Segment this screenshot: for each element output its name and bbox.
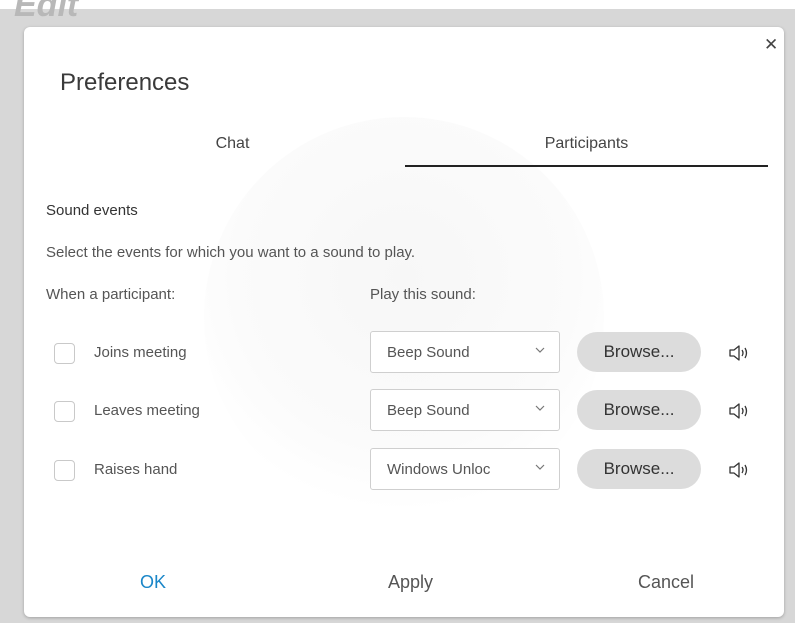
- column-header-participant: When a participant:: [46, 286, 176, 303]
- header-fragment: Edit: [14, 0, 79, 24]
- leaves-meeting-checkbox[interactable]: [54, 401, 75, 422]
- cancel-button[interactable]: Cancel: [638, 572, 694, 593]
- raises-sound-value: Windows Unloc: [387, 461, 491, 478]
- raises-sound-select[interactable]: Windows Unloc: [370, 448, 560, 490]
- leaves-sound-select[interactable]: Beep Sound: [370, 389, 560, 431]
- top-strip: Edit: [0, 0, 795, 24]
- sound-row-leaves: Leaves meeting Beep Sound Browse...: [24, 389, 784, 433]
- joins-browse-button[interactable]: Browse...: [577, 332, 701, 372]
- joins-sound-value: Beep Sound: [387, 344, 470, 361]
- preferences-dialog: ✕ Preferences Chat Participants Sound ev…: [24, 27, 784, 617]
- leaves-meeting-label: Leaves meeting: [94, 402, 200, 419]
- raises-browse-button[interactable]: Browse...: [577, 449, 701, 489]
- speaker-icon[interactable]: [728, 460, 750, 480]
- raises-hand-checkbox[interactable]: [54, 460, 75, 481]
- sound-row-raises: Raises hand Windows Unloc Browse...: [24, 448, 784, 492]
- raises-hand-label: Raises hand: [94, 461, 178, 478]
- leaves-browse-button[interactable]: Browse...: [577, 390, 701, 430]
- speaker-icon[interactable]: [728, 343, 750, 363]
- tab-participants[interactable]: Participants: [405, 135, 768, 167]
- leaves-sound-value: Beep Sound: [387, 402, 470, 419]
- dialog-title: Preferences: [60, 69, 190, 96]
- tab-chat[interactable]: Chat: [60, 135, 405, 165]
- joins-meeting-checkbox[interactable]: [54, 343, 75, 364]
- sound-row-joins: Joins meeting Beep Sound Browse...: [24, 331, 784, 375]
- chevron-down-icon: [535, 405, 545, 411]
- chevron-down-icon: [535, 347, 545, 353]
- apply-button[interactable]: Apply: [388, 572, 433, 593]
- section-title: Sound events: [46, 202, 138, 219]
- joins-meeting-label: Joins meeting: [94, 344, 187, 361]
- chevron-down-icon: [535, 464, 545, 470]
- joins-sound-select[interactable]: Beep Sound: [370, 331, 560, 373]
- ok-button[interactable]: OK: [140, 572, 166, 593]
- speaker-icon[interactable]: [728, 401, 750, 421]
- close-icon[interactable]: ✕: [764, 35, 778, 55]
- column-header-sound: Play this sound:: [370, 286, 476, 303]
- section-description: Select the events for which you want to …: [46, 244, 416, 261]
